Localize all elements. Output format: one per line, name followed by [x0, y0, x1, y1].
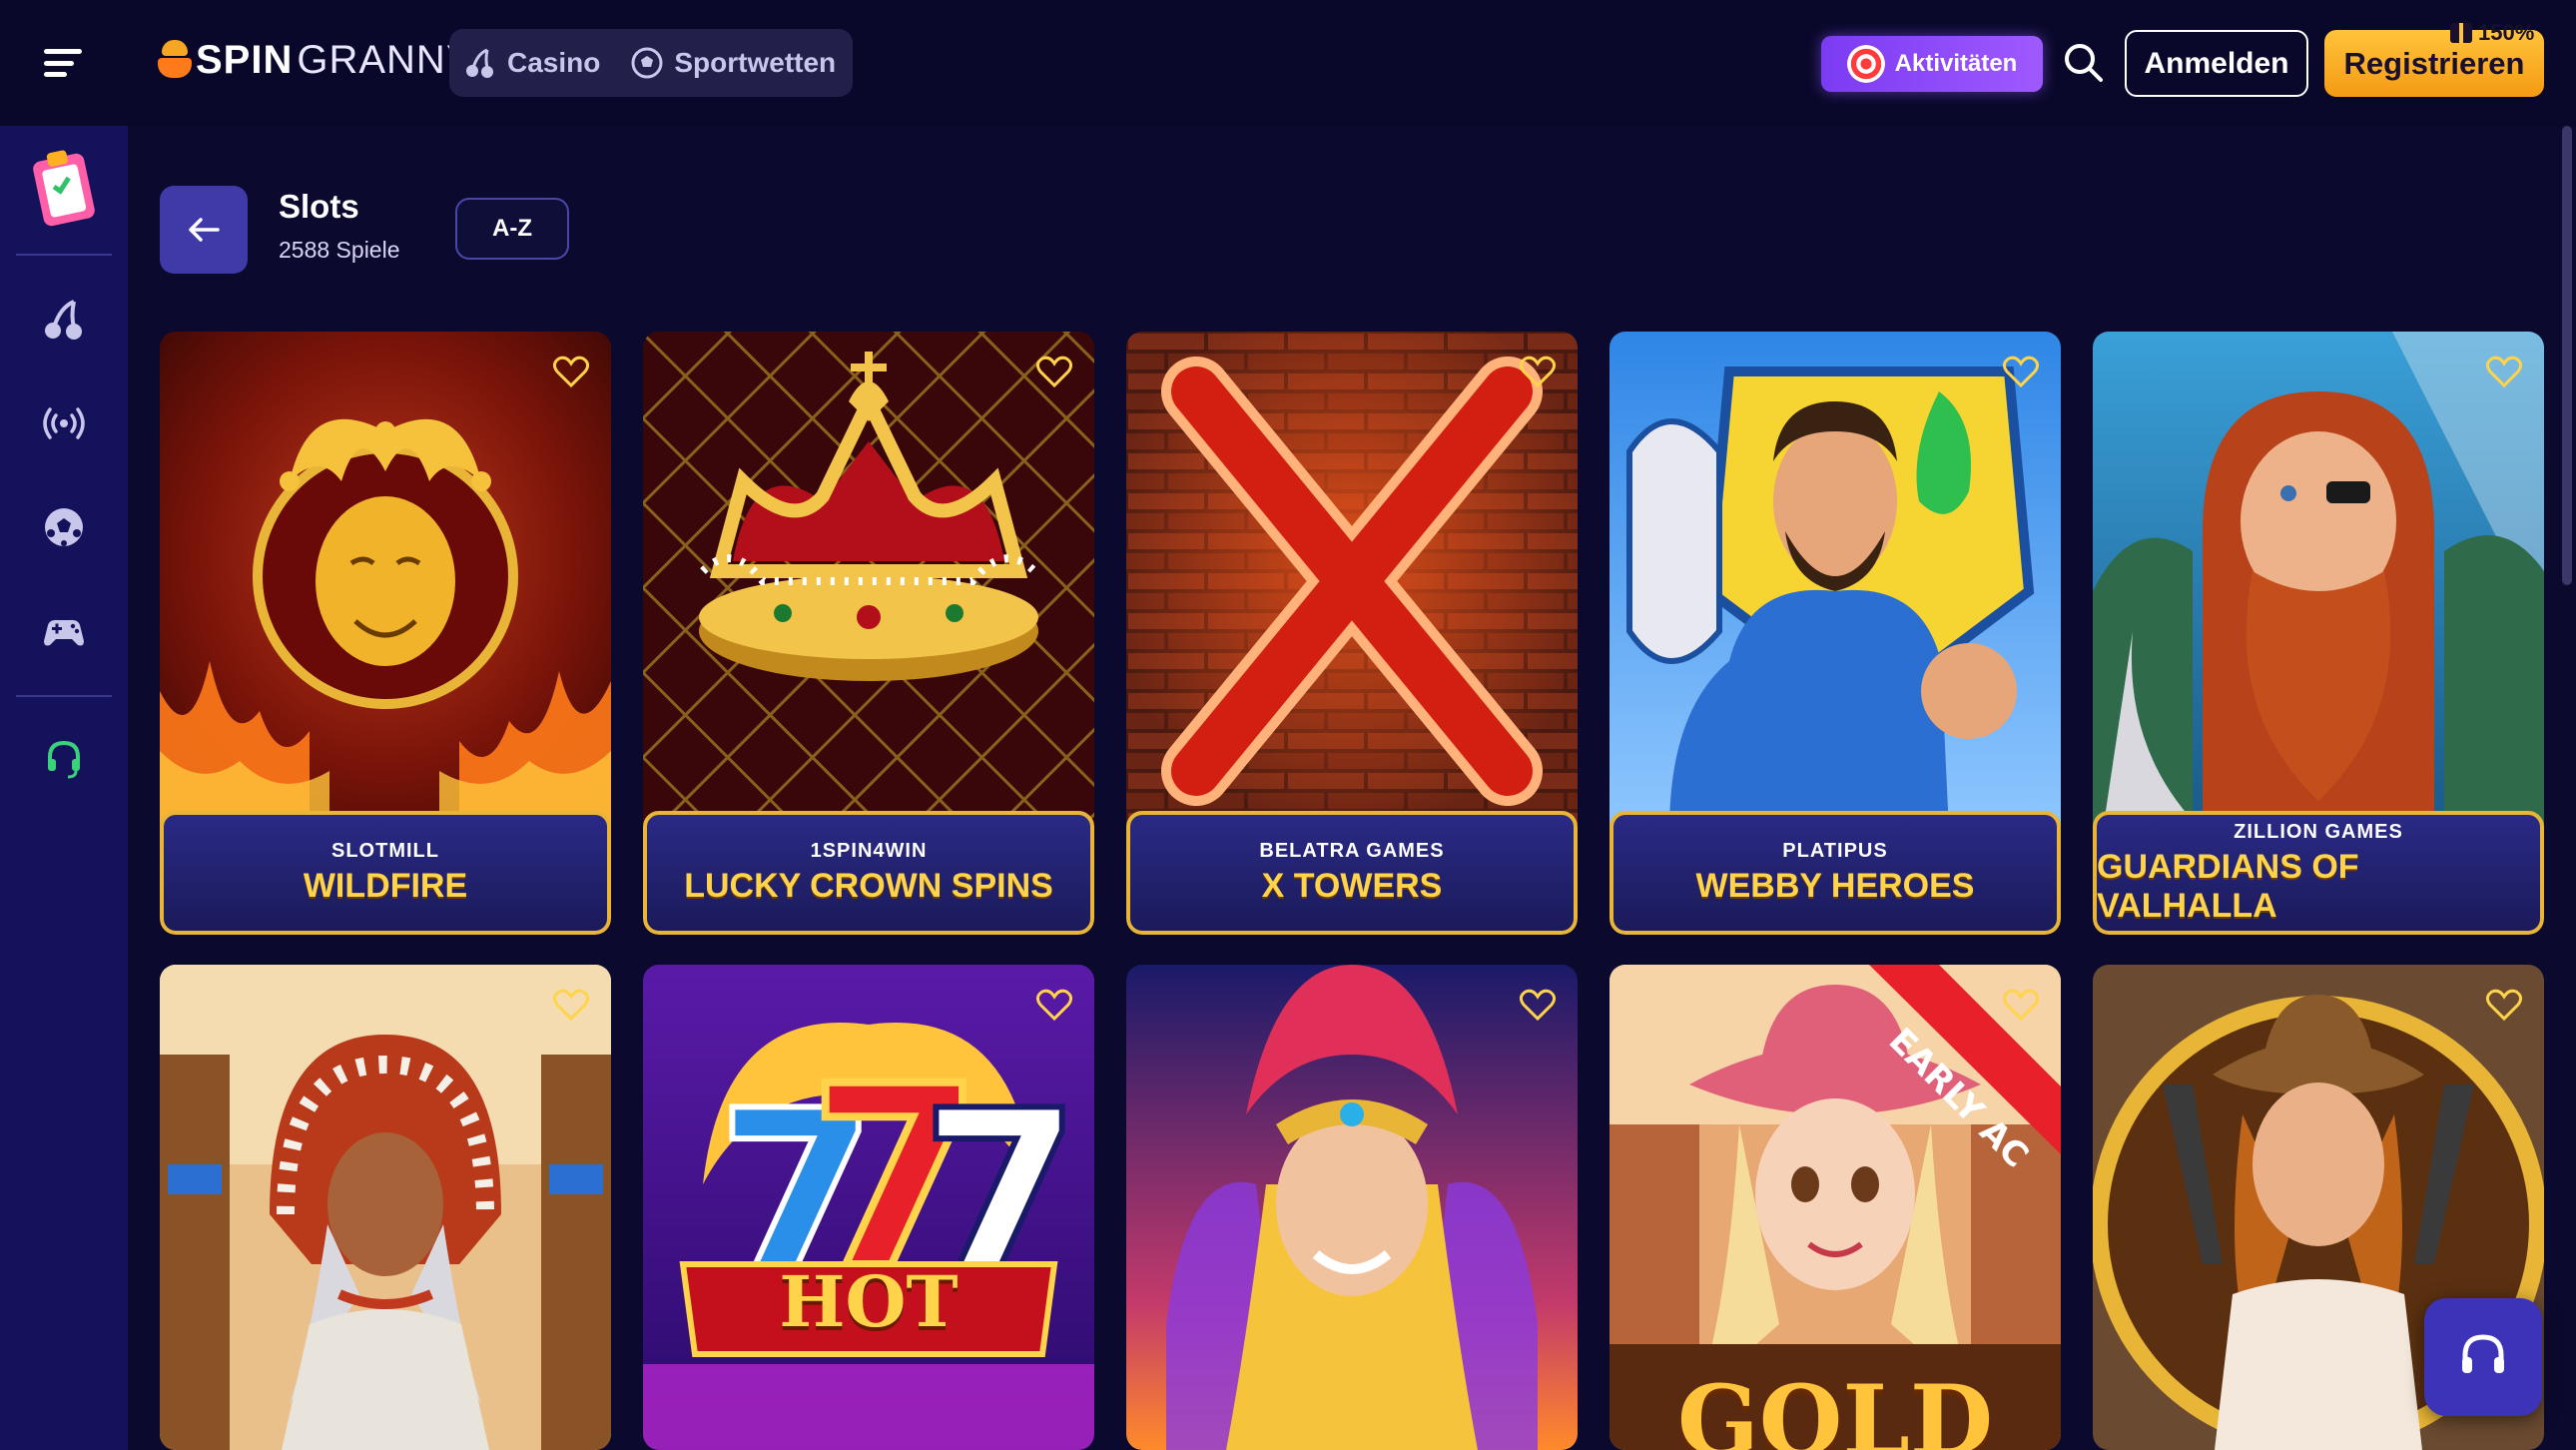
game-name: Lucky Crown Spins [684, 867, 1053, 905]
favorite-heart-icon[interactable] [2484, 985, 2524, 1025]
game-card-carnival[interactable] [1126, 965, 1578, 1450]
soccer-ball-icon [631, 47, 663, 79]
main-nav-tabs: Casino Sportwetten [449, 29, 853, 97]
game-card-x-towers[interactable]: Belatra Games X Towers [1126, 332, 1578, 935]
game-card-hot-777[interactable]: 7 7 7 HOT [643, 965, 1094, 1450]
sidebar-item-casino[interactable] [30, 286, 98, 354]
bonus-badge-text: 150% [2478, 20, 2535, 45]
favorite-heart-icon[interactable] [551, 985, 591, 1025]
game-thumbnail [1126, 965, 1578, 1450]
game-card-guardians-of-valhalla[interactable]: Zillion Games Guardians of Valhalla [2093, 332, 2544, 935]
back-button[interactable] [160, 186, 248, 274]
favorite-heart-icon[interactable] [551, 352, 591, 391]
sidebar-divider [16, 254, 112, 256]
game-thumbnail [2093, 332, 2544, 831]
support-chat-button[interactable] [2424, 1298, 2542, 1416]
broadcast-icon [43, 407, 85, 439]
gift-icon [2450, 23, 2472, 43]
login-button[interactable]: Anmelden [2125, 30, 2308, 97]
sort-az-button[interactable]: A-Z [455, 198, 569, 260]
sidebar-item-games[interactable] [30, 597, 98, 665]
tab-casino[interactable]: Casino [463, 46, 600, 80]
favorite-heart-icon[interactable] [2001, 352, 2041, 391]
game-card-lucky-crown-spins[interactable]: 1spin4win Lucky Crown Spins [643, 332, 1094, 935]
game-count: 2588 Spiele [279, 237, 400, 263]
game-thumbnail [160, 332, 611, 831]
favorite-heart-icon[interactable] [1518, 985, 1558, 1025]
logo-text-granny: GRANNY [297, 37, 474, 82]
logo-text-spin: SPIN [196, 37, 294, 82]
sidebar-item-support[interactable] [30, 725, 98, 793]
game-provider: Platipus [1782, 840, 1888, 862]
game-name: Wildfire [303, 867, 468, 905]
granny-logo-icon [158, 40, 192, 80]
game-thumbnail [643, 332, 1094, 831]
favorite-heart-icon[interactable] [1034, 985, 1074, 1025]
search-icon[interactable] [2061, 40, 2105, 84]
game-thumbnail [160, 965, 611, 1450]
game-provider: 1spin4win [810, 840, 928, 862]
clipboard-icon [31, 152, 97, 228]
game-thumbnail [1610, 332, 2061, 831]
target-icon [1846, 45, 1885, 83]
game-name: Webby Heroes [1695, 867, 1975, 905]
page-title: Slots [279, 188, 359, 225]
game-title-plate: Platipus Webby Heroes [1610, 811, 2061, 935]
favorite-heart-icon[interactable] [2484, 352, 2524, 391]
game-card-chief[interactable] [160, 965, 611, 1450]
tab-sportwetten[interactable]: Sportwetten [630, 46, 836, 80]
left-sidebar [0, 126, 128, 1450]
favorite-heart-icon[interactable] [1034, 352, 1074, 391]
game-provider: Slotmill [331, 840, 439, 862]
headset-icon [2462, 1334, 2504, 1373]
cherry-icon [45, 300, 82, 340]
game-thumbnail [1126, 332, 1578, 831]
gamepad-icon [44, 619, 84, 646]
hamburger-menu-icon[interactable] [40, 43, 86, 83]
site-logo[interactable]: SPIN GRANNY [158, 30, 474, 90]
page-scrollbar[interactable] [2562, 126, 2572, 585]
arrow-left-icon [189, 218, 220, 242]
activities-button[interactable]: Aktivitäten [1821, 36, 2043, 92]
activities-label: Aktivitäten [1894, 50, 2018, 77]
bonus-badge: 150% [2442, 18, 2542, 48]
game-title-plate: Zillion Games Guardians of Valhalla [2093, 811, 2544, 935]
game-thumbnail: 7 7 7 [643, 965, 1094, 1450]
game-art-text: HOT [779, 1260, 959, 1343]
game-title-plate: Belatra Games X Towers [1126, 811, 1578, 935]
game-name: Guardians of Valhalla [2097, 847, 2359, 925]
game-name: X Towers [1261, 867, 1443, 905]
game-title-plate: 1spin4win Lucky Crown Spins [643, 811, 1094, 935]
sidebar-item-tasks[interactable] [30, 152, 98, 228]
cherry-icon [466, 48, 493, 78]
headset-icon [48, 740, 80, 779]
game-card-wildfire[interactable]: Slotmill Wildfire [160, 332, 611, 935]
game-art-text: GOLD [1676, 1364, 1994, 1450]
sidebar-item-live[interactable] [30, 389, 98, 457]
soccer-ball-icon [45, 508, 83, 546]
game-card-cowgirl-gold[interactable]: EARLY AC GOLD [1610, 965, 2061, 1450]
sidebar-divider [16, 695, 112, 697]
favorite-heart-icon[interactable] [2001, 985, 2041, 1025]
tab-sportwetten-label: Sportwetten [674, 47, 837, 78]
game-provider: Belatra Games [1259, 840, 1445, 862]
sidebar-item-sports[interactable] [30, 493, 98, 561]
game-provider: Zillion Games [2234, 820, 2403, 843]
top-header: SPIN GRANNY Casino Sportwetten Aktivitäte… [0, 0, 2576, 126]
game-title-plate: Slotmill Wildfire [160, 811, 611, 935]
favorite-heart-icon[interactable] [1518, 352, 1558, 391]
game-card-webby-heroes[interactable]: Platipus Webby Heroes [1610, 332, 2061, 935]
tab-casino-label: Casino [507, 47, 601, 78]
